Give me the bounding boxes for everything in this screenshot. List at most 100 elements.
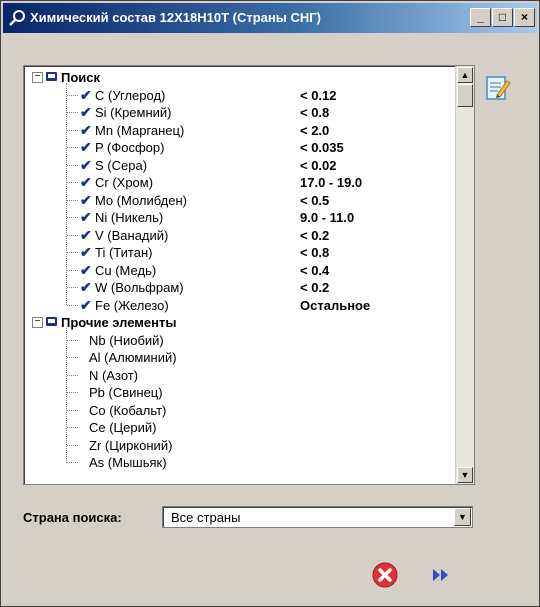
checkmark-icon: ✔ xyxy=(80,174,92,190)
tree-item[interactable]: Zr (Цирконий) xyxy=(24,437,445,454)
element-value: < 0.4 xyxy=(300,262,330,278)
tree-connector xyxy=(67,147,78,148)
checkmark-icon: ✔ xyxy=(80,209,92,225)
tree-guide-line xyxy=(66,83,67,306)
checkmark-icon: ✔ xyxy=(80,191,92,208)
fast-forward-icon[interactable] xyxy=(430,566,452,584)
tree-content: − Поиск ✔ C (Углерод) < 0.12 ✔ Si (Кремний) < 0… xyxy=(24,66,445,484)
scroll-thumb[interactable] xyxy=(457,84,473,107)
element-value: < 0.2 xyxy=(300,280,330,295)
element-name: Mo (Молибден) xyxy=(95,192,187,208)
tree-item[interactable]: ✔ S (Сера) < 0.02 xyxy=(24,157,445,174)
chemical-composition-window: Химический состав 12Х18Н10Т (Страны СНГ)… xyxy=(0,0,540,607)
tree-item[interactable]: ✔ Fe (Железо) Остальное xyxy=(24,297,445,314)
tree-connector xyxy=(67,427,78,428)
vertical-scrollbar[interactable]: ▲ ▼ xyxy=(455,66,474,484)
element-value: < 0.5 xyxy=(300,192,330,208)
tree-connector xyxy=(67,339,78,341)
tree-connector xyxy=(67,392,78,393)
element-value: Остальное xyxy=(300,297,371,313)
element-tree[interactable]: − Поиск ✔ C (Углерод) < 0.12 ✔ Si (Кремний) < 0… xyxy=(23,65,475,485)
tree-item[interactable]: As (Мышьяк) xyxy=(24,454,445,471)
element-name: Nb (Ниобий) xyxy=(89,332,164,348)
maximize-button[interactable]: □ xyxy=(492,8,513,27)
tree-group-label: Прочие элементы xyxy=(61,315,177,330)
folder-icon xyxy=(46,317,57,326)
search-icon xyxy=(9,10,25,26)
country-select[interactable]: Все страны ▼ xyxy=(162,506,473,528)
tree-item[interactable]: ✔ P (Фосфор) < 0.035 xyxy=(24,139,445,156)
tree-guide-line xyxy=(66,328,67,463)
checkmark-icon: ✔ xyxy=(80,86,92,103)
element-name: Si (Кремний) xyxy=(95,105,172,120)
chevron-down-icon[interactable]: ▼ xyxy=(454,508,471,526)
tree-item[interactable]: ✔ V (Ванадий) < 0.2 xyxy=(24,227,445,244)
cancel-icon[interactable] xyxy=(372,562,398,588)
tree-connector xyxy=(67,217,78,218)
tree-connector xyxy=(67,287,78,288)
tree-item[interactable]: Al (Алюминий) xyxy=(24,349,445,366)
expander-toggle[interactable]: − xyxy=(32,317,43,328)
element-name: Co (Кобальт) xyxy=(89,402,167,418)
expander-toggle[interactable]: − xyxy=(32,72,43,83)
element-name: N (Азот) xyxy=(89,367,139,383)
tree-item[interactable]: Nb (Ниобий) xyxy=(24,332,445,349)
tree-connector xyxy=(67,182,78,183)
element-name: Mn (Марганец) xyxy=(95,122,185,138)
element-value: < 0.8 xyxy=(300,245,330,260)
element-name: Ti (Титан) xyxy=(95,245,153,260)
tree-connector xyxy=(67,269,78,271)
element-name: Ni (Никель) xyxy=(95,210,164,225)
tree-connector xyxy=(67,112,78,113)
tree-connector xyxy=(67,409,78,411)
checkmark-icon: ✔ xyxy=(80,261,92,278)
tree-item[interactable]: ✔ C (Углерод) < 0.12 xyxy=(24,87,445,104)
tree-group-node[interactable]: − Поиск xyxy=(24,69,445,86)
tree-item[interactable]: N (Азот) xyxy=(24,367,445,384)
tree-item[interactable]: ✔ W (Вольфрам) < 0.2 xyxy=(24,279,445,296)
element-name: S (Сера) xyxy=(95,157,148,173)
tree-group-node[interactable]: − Прочие элементы xyxy=(24,314,445,331)
element-name: Al (Алюминий) xyxy=(89,350,177,365)
element-name: W (Вольфрам) xyxy=(95,280,184,295)
tree-item[interactable]: Ce (Церий) xyxy=(24,419,445,436)
element-value: 9.0 - 11.0 xyxy=(300,210,355,225)
tree-connector xyxy=(67,304,78,306)
checkmark-icon: ✔ xyxy=(80,121,92,138)
edit-note-icon[interactable] xyxy=(485,73,511,103)
close-button[interactable]: × xyxy=(514,8,535,27)
tree-item[interactable]: ✔ Cr (Хром) 17.0 - 19.0 xyxy=(24,174,445,191)
tree-connector xyxy=(67,164,78,166)
element-value: 17.0 - 19.0 xyxy=(300,175,363,190)
tree-connector xyxy=(67,357,78,358)
element-value: < 0.8 xyxy=(300,105,330,120)
tree-item[interactable]: Co (Кобальт) xyxy=(24,402,445,419)
checkmark-icon: ✔ xyxy=(80,296,92,313)
element-name: P (Фосфор) xyxy=(95,140,165,155)
tree-connector xyxy=(67,234,78,236)
scroll-up-button[interactable]: ▲ xyxy=(457,67,473,83)
tree-item[interactable]: Pb (Свинец) xyxy=(24,384,445,401)
element-name: As (Мышьяк) xyxy=(89,455,167,470)
country-select-value: Все страны xyxy=(171,510,241,525)
checkmark-icon: ✔ xyxy=(80,156,92,173)
tree-item[interactable]: ✔ Mo (Молибден) < 0.5 xyxy=(24,192,445,209)
checkmark-icon: ✔ xyxy=(80,104,92,120)
tree-item[interactable]: ✔ Mn (Марганец) < 2.0 xyxy=(24,122,445,139)
checkmark-icon: ✔ xyxy=(80,279,92,295)
checkmark-icon: ✔ xyxy=(80,139,92,155)
element-value: < 0.02 xyxy=(300,157,337,173)
tree-connector xyxy=(67,462,78,463)
element-name: Fe (Железо) xyxy=(95,297,169,313)
tree-item[interactable]: ✔ Cu (Медь) < 0.4 xyxy=(24,262,445,279)
tree-item[interactable]: ✔ Ni (Никель) 9.0 - 11.0 xyxy=(24,209,445,226)
tree-item[interactable]: ✔ Ti (Титан) < 0.8 xyxy=(24,244,445,261)
tree-connector xyxy=(67,129,78,131)
scroll-down-button[interactable]: ▼ xyxy=(457,467,473,483)
tree-item[interactable]: ✔ Si (Кремний) < 0.8 xyxy=(24,104,445,121)
window-title: Химический состав 12Х18Н10Т (Страны СНГ) xyxy=(30,10,321,25)
minimize-button[interactable]: _ xyxy=(470,8,491,27)
title-bar[interactable]: Химический состав 12Х18Н10Т (Страны СНГ)… xyxy=(3,3,537,33)
tree-connector xyxy=(67,444,78,446)
folder-icon xyxy=(46,72,57,81)
